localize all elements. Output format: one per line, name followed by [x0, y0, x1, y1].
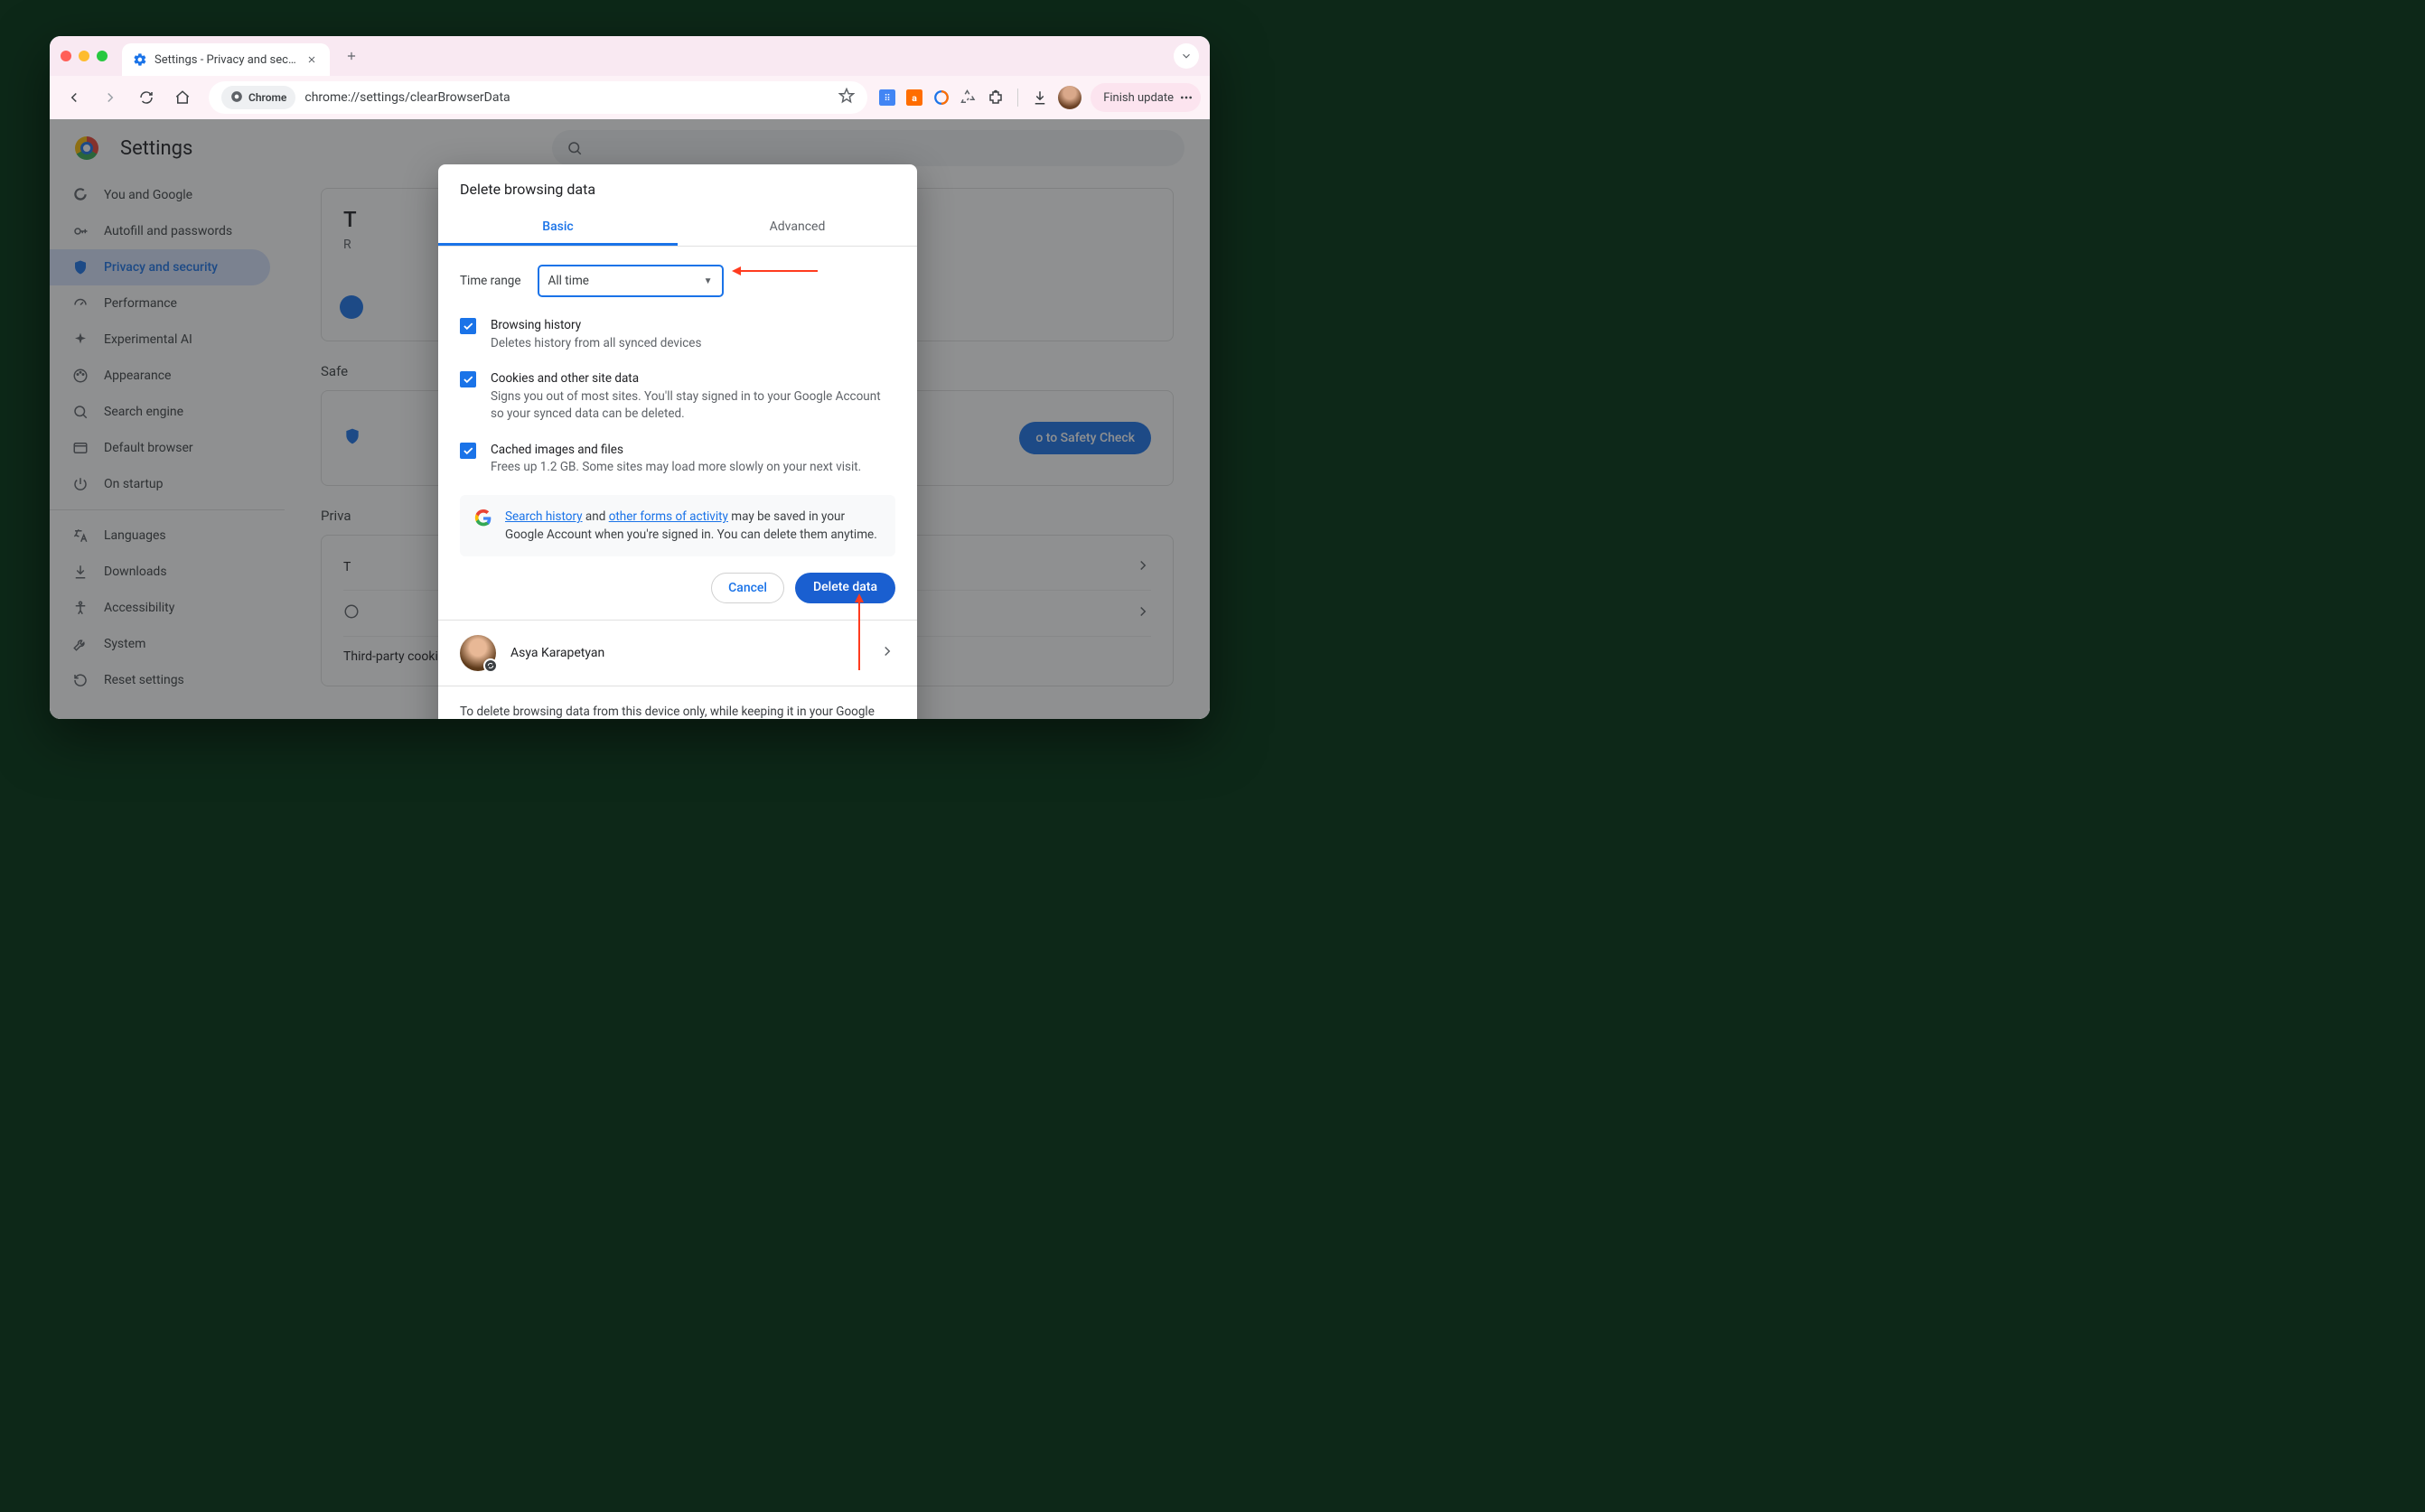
- extension-icons: ⠿ a Finish update: [878, 83, 1201, 112]
- check-cache: Cached images and files Frees up 1.2 GB.…: [460, 442, 895, 477]
- check-desc: Signs you out of most sites. You'll stay…: [491, 388, 895, 424]
- delete-browsing-data-dialog: Delete browsing data Basic Advanced Time…: [438, 164, 917, 719]
- dialog-tabs: Basic Advanced: [438, 209, 917, 247]
- svg-text:⠿: ⠿: [885, 94, 891, 104]
- forward-button[interactable]: [95, 82, 126, 113]
- finish-update-button[interactable]: Finish update: [1091, 83, 1201, 112]
- cancel-button[interactable]: Cancel: [711, 573, 784, 603]
- dialog-title: Delete browsing data: [438, 164, 917, 209]
- check-cookies: Cookies and other site data Signs you ou…: [460, 370, 895, 424]
- browser-tab[interactable]: Settings - Privacy and securit: [122, 43, 330, 76]
- search-history-link[interactable]: Search history: [505, 509, 583, 524]
- user-avatar: [460, 635, 496, 671]
- tab-advanced[interactable]: Advanced: [678, 209, 917, 246]
- browser-toolbar: Chrome chrome://settings/clearBrowserDat…: [50, 76, 1210, 119]
- bookmark-star-icon[interactable]: [838, 88, 855, 107]
- check-desc: Deletes history from all synced devices: [491, 335, 701, 353]
- check-desc: Frees up 1.2 GB. Some sites may load mor…: [491, 459, 861, 477]
- time-range-value: All time: [548, 274, 589, 288]
- close-tab-button[interactable]: [304, 52, 319, 67]
- new-tab-button[interactable]: [339, 43, 364, 69]
- other-activity-link[interactable]: other forms of activity: [609, 509, 728, 524]
- user-name: Asya Karapetyan: [510, 646, 604, 660]
- check-title: Browsing history: [491, 317, 701, 335]
- time-range-label: Time range: [460, 274, 521, 288]
- window-titlebar: Settings - Privacy and securit: [50, 36, 1210, 76]
- close-window-button[interactable]: [61, 51, 71, 61]
- site-chip[interactable]: Chrome: [221, 86, 295, 109]
- maximize-window-button[interactable]: [97, 51, 108, 61]
- tab-basic[interactable]: Basic: [438, 209, 678, 246]
- user-row[interactable]: Asya Karapetyan: [438, 620, 917, 686]
- chip-label: Chrome: [248, 91, 286, 104]
- google-g-icon: [474, 509, 492, 527]
- translate-extension-icon[interactable]: ⠿: [878, 89, 896, 107]
- dialog-footer: To delete browsing data from this device…: [438, 686, 917, 719]
- home-button[interactable]: [167, 82, 198, 113]
- check-title: Cookies and other site data: [491, 370, 895, 388]
- profile-avatar[interactable]: [1058, 86, 1081, 109]
- check-browsing-history: Browsing history Deletes history from al…: [460, 317, 895, 352]
- tab-title: Settings - Privacy and securit: [154, 53, 297, 67]
- chrome-icon: [230, 90, 243, 106]
- delete-data-button[interactable]: Delete data: [795, 573, 895, 603]
- sync-badge-icon: [483, 658, 498, 673]
- browser-window: Settings - Privacy and securit Chrome ch…: [50, 36, 1210, 719]
- back-button[interactable]: [59, 82, 89, 113]
- circle-extension-icon[interactable]: [932, 89, 950, 107]
- recycle-extension-icon[interactable]: [960, 89, 978, 107]
- traffic-lights: [61, 51, 108, 61]
- annotation-arrow-timerange: [736, 270, 818, 272]
- tab-overflow-button[interactable]: [1174, 43, 1199, 69]
- address-bar[interactable]: Chrome chrome://settings/clearBrowserDat…: [209, 81, 867, 114]
- check-title: Cached images and files: [491, 442, 861, 460]
- checkbox-cache[interactable]: [460, 443, 476, 459]
- annotation-arrow-delete: [858, 598, 860, 670]
- minimize-window-button[interactable]: [79, 51, 89, 61]
- orange-extension-icon[interactable]: a: [905, 89, 923, 107]
- chevron-right-icon: [879, 643, 895, 663]
- checkbox-cookies[interactable]: [460, 371, 476, 387]
- svg-text:a: a: [912, 92, 917, 104]
- gear-icon: [133, 52, 147, 67]
- time-range-select[interactable]: All time ▼: [538, 265, 724, 297]
- reload-button[interactable]: [131, 82, 162, 113]
- extensions-puzzle-icon[interactable]: [987, 89, 1005, 107]
- info-box: Search history and other forms of activi…: [460, 495, 895, 557]
- caret-down-icon: ▼: [704, 276, 713, 286]
- checkbox-browsing-history[interactable]: [460, 318, 476, 334]
- toolbar-divider: [1017, 89, 1018, 107]
- finish-update-label: Finish update: [1103, 91, 1174, 105]
- download-icon[interactable]: [1031, 89, 1049, 107]
- url-text: chrome://settings/clearBrowserData: [304, 90, 829, 105]
